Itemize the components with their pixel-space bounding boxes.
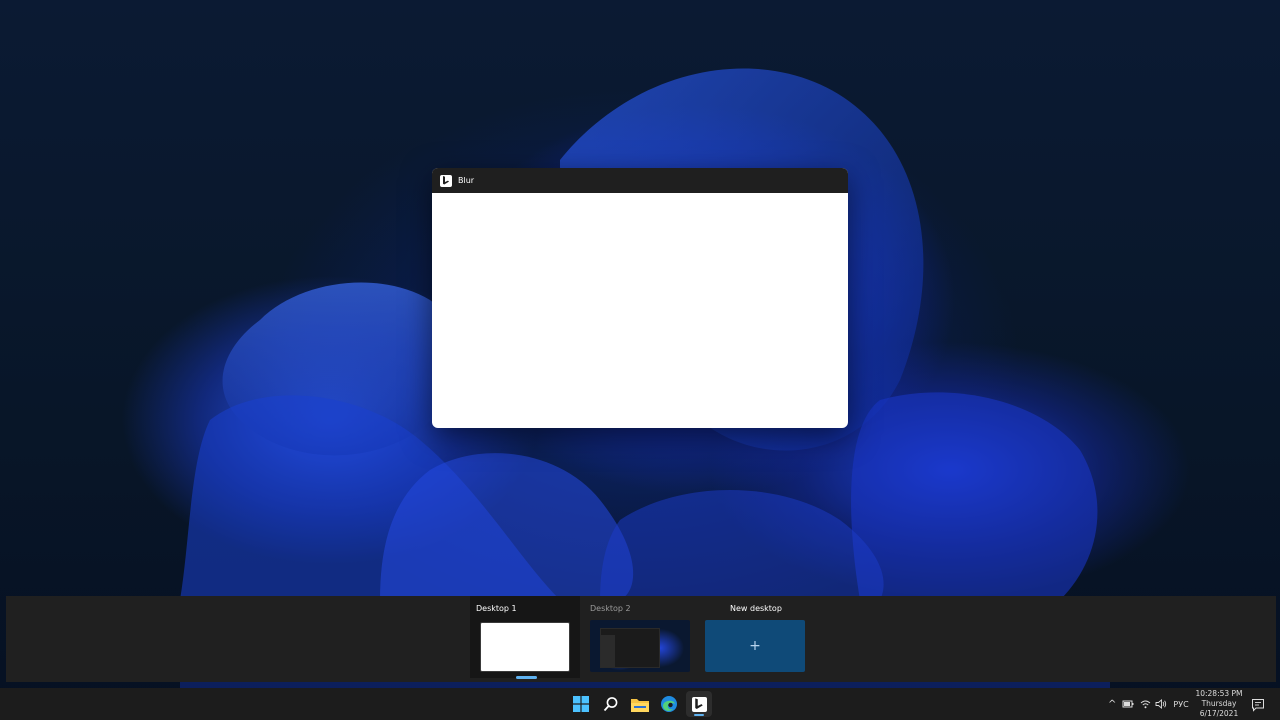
window-titlebar[interactable]: Blur: [432, 168, 848, 193]
clock-time: 10:28:53 PM: [1195, 689, 1243, 698]
bing-b-icon: [440, 174, 452, 187]
start-button[interactable]: [570, 693, 592, 715]
search-button[interactable]: [600, 693, 622, 715]
desktop-label: Desktop 1: [476, 604, 517, 613]
edge-icon: [661, 696, 677, 712]
notification-center-button[interactable]: [1251, 697, 1265, 712]
battery-icon[interactable]: [1122, 699, 1134, 709]
new-desktop-button[interactable]: +: [705, 620, 805, 672]
desktop-label: Desktop 2: [590, 604, 631, 613]
desktop-card-2[interactable]: Desktop 2: [584, 596, 694, 678]
edge-button[interactable]: [658, 693, 680, 715]
window-title: Blur: [458, 176, 475, 185]
mini-window-preview: [600, 628, 660, 668]
clock-date: 6/17/2021: [1199, 709, 1239, 718]
plus-icon: +: [749, 638, 761, 654]
desktop-thumbnail[interactable]: [480, 622, 570, 672]
notification-icon: [1252, 699, 1264, 712]
input-language-indicator[interactable]: РУС: [1173, 700, 1188, 709]
taskbar-clock[interactable]: 10:28:53 PM Thursday 6/17/2021: [1190, 689, 1248, 719]
desktop-thumbnail[interactable]: [590, 620, 690, 672]
bing-b-icon: [691, 696, 707, 712]
taskbar: [0, 688, 1280, 720]
clock-day: Thursday: [1201, 699, 1237, 708]
active-desktop-indicator: [516, 676, 537, 679]
running-app-indicator: [694, 714, 704, 716]
new-desktop-label: New desktop: [730, 604, 782, 613]
new-desktop-card[interactable]: New desktop +: [700, 596, 810, 678]
folder-icon: [631, 698, 649, 712]
wifi-icon[interactable]: [1140, 699, 1151, 709]
volume-icon[interactable]: [1155, 699, 1167, 709]
desktop-card-1[interactable]: Desktop 1: [470, 596, 580, 678]
search-icon: [603, 697, 618, 712]
system-tray: ^ РУС: [1108, 688, 1189, 720]
chevron-up-icon[interactable]: ^: [1108, 699, 1116, 710]
file-explorer-button[interactable]: [629, 693, 651, 715]
virtual-desktops-strip: Desktop 1 Desktop 2 New desktop +: [6, 596, 1276, 682]
window-preview-blur[interactable]: Blur: [432, 168, 848, 428]
mini-window-sidebar: [601, 635, 615, 667]
windows-logo-icon: [573, 696, 589, 712]
